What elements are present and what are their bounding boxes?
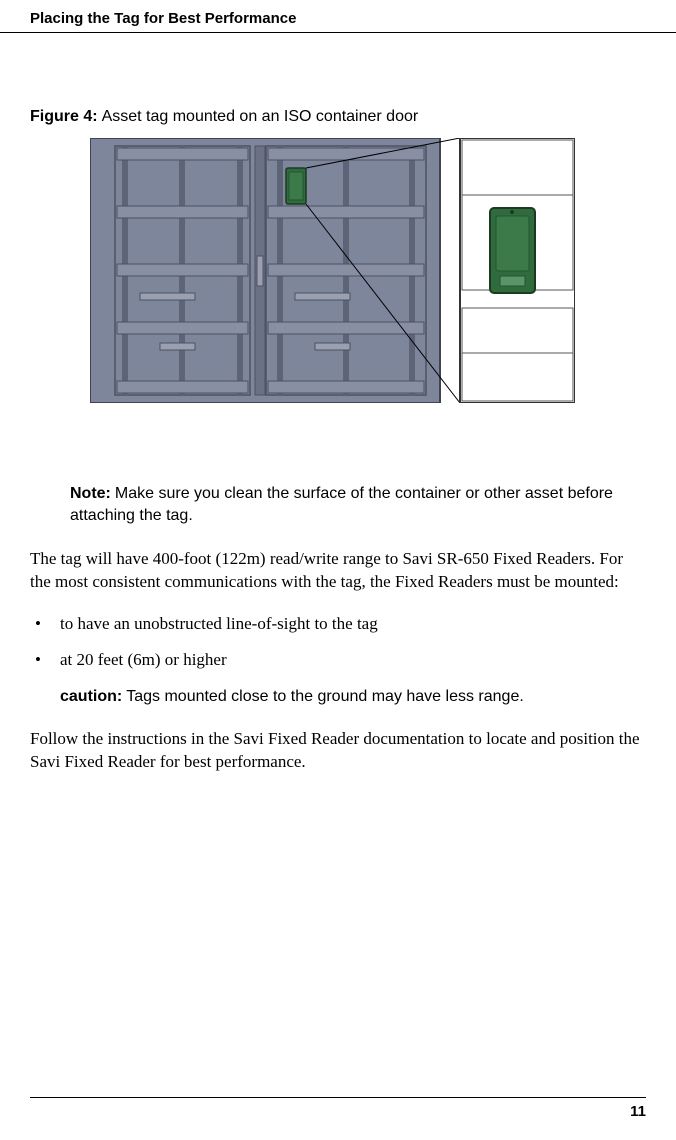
list-item: to have an unobstructed line-of-sight to… [30,612,646,636]
page-footer: 11 [30,1097,646,1120]
header-title: Placing the Tag for Best Performance [30,10,296,27]
page-number: 11 [630,1103,646,1120]
page-content: Figure 4: Asset tag mounted on an ISO co… [0,108,676,774]
figure-number: Figure 4: [30,108,98,125]
note-text: Make sure you clean the surface of the c… [70,485,613,524]
list-item: at 20 feet (6m) or higher [30,648,646,672]
note-label: Note: [70,485,111,502]
bullet-list: to have an unobstructed line-of-sight to… [30,612,646,672]
caution-text: Tags mounted close to the ground may hav… [126,688,524,705]
paragraph-range: The tag will have 400-foot (122m) read/w… [30,548,646,594]
note-block: Note: Make sure you clean the surface of… [70,483,646,526]
caution-label: caution: [60,688,122,705]
page-header: Placing the Tag for Best Performance [0,0,676,33]
caution-block: caution: Tags mounted close to the groun… [60,688,646,706]
paragraph-instructions: Follow the instructions in the Savi Fixe… [30,728,646,774]
figure-caption: Asset tag mounted on an ISO container do… [102,108,419,125]
figure-image [90,138,646,408]
figure-label: Figure 4: Asset tag mounted on an ISO co… [30,108,646,126]
